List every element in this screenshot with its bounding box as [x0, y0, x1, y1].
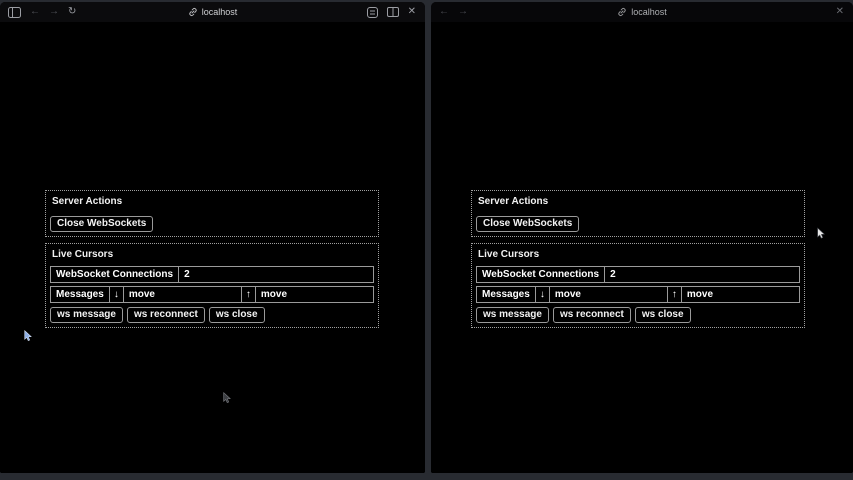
ws-message-button[interactable]: ws message	[476, 307, 549, 323]
titlebar-left: ← → ↻ localhost	[0, 2, 425, 22]
messages-row: Messages ↓ move ↑ move	[50, 286, 374, 303]
server-actions-title: Server Actions	[50, 194, 374, 213]
messages-label: Messages	[51, 287, 110, 302]
forward-icon[interactable]: →	[458, 7, 468, 17]
address-bar[interactable]: localhost	[431, 2, 853, 22]
url-text: localhost	[631, 7, 667, 17]
arrow-up-icon: ↑	[668, 287, 682, 302]
connections-value: 2	[179, 267, 373, 282]
close-websockets-button[interactable]: Close WebSockets	[50, 216, 153, 232]
messages-row: Messages ↓ move ↑ move	[476, 286, 800, 303]
live-cursors-title: Live Cursors	[50, 247, 374, 266]
live-cursors-title: Live Cursors	[476, 247, 800, 266]
sidebar-toggle-icon[interactable]	[8, 7, 21, 18]
connections-row: WebSocket Connections 2	[476, 266, 800, 283]
server-actions-section: Server Actions Close WebSockets	[45, 190, 379, 237]
ws-close-button[interactable]: ws close	[209, 307, 265, 323]
live-cursors-section: Live Cursors WebSocket Connections 2 Mes…	[45, 243, 379, 328]
arrow-down-icon: ↓	[536, 287, 550, 302]
server-actions-title: Server Actions	[476, 194, 800, 213]
link-icon	[617, 7, 627, 17]
sent-event-value: move	[682, 287, 799, 302]
refresh-icon[interactable]: ↻	[68, 7, 76, 17]
titlebar-right: ← → localhost ✕	[431, 2, 853, 22]
ws-reconnect-button[interactable]: ws reconnect	[553, 307, 631, 323]
close-icon[interactable]: ✕	[836, 7, 844, 17]
connections-value: 2	[605, 267, 799, 282]
received-event-value: move	[124, 287, 242, 302]
ws-message-button[interactable]: ws message	[50, 307, 123, 323]
connections-label: WebSocket Connections	[51, 267, 179, 282]
browser-window-right: ← → localhost ✕ Server Actions Close Web…	[431, 2, 853, 473]
arrow-down-icon: ↓	[110, 287, 124, 302]
tab-list-icon[interactable]	[367, 7, 378, 18]
close-websockets-button[interactable]: Close WebSockets	[476, 216, 579, 232]
ws-buttons-row: ws message ws reconnect ws close	[476, 306, 800, 323]
app-panel: Server Actions Close WebSockets Live Cur…	[45, 190, 379, 334]
server-actions-section: Server Actions Close WebSockets	[471, 190, 805, 237]
page-content-right: Server Actions Close WebSockets Live Cur…	[431, 22, 853, 473]
ws-reconnect-button[interactable]: ws reconnect	[127, 307, 205, 323]
url-text: localhost	[202, 7, 238, 17]
arrow-up-icon: ↑	[242, 287, 256, 302]
back-icon[interactable]: ←	[30, 7, 40, 17]
browser-window-left: ← → ↻ localhost	[0, 2, 425, 473]
live-cursors-section: Live Cursors WebSocket Connections 2 Mes…	[471, 243, 805, 328]
page-content-left: Server Actions Close WebSockets Live Cur…	[0, 22, 425, 473]
messages-label: Messages	[477, 287, 536, 302]
sent-event-value: move	[256, 287, 373, 302]
connections-label: WebSocket Connections	[477, 267, 605, 282]
back-icon[interactable]: ←	[439, 7, 449, 17]
link-icon	[188, 7, 198, 17]
ws-buttons-row: ws message ws reconnect ws close	[50, 306, 374, 323]
received-event-value: move	[550, 287, 668, 302]
forward-icon[interactable]: →	[49, 7, 59, 17]
ws-close-button[interactable]: ws close	[635, 307, 691, 323]
close-icon[interactable]: ✕	[408, 7, 416, 17]
split-view-icon[interactable]	[387, 7, 399, 17]
app-panel: Server Actions Close WebSockets Live Cur…	[471, 190, 805, 334]
connections-row: WebSocket Connections 2	[50, 266, 374, 283]
